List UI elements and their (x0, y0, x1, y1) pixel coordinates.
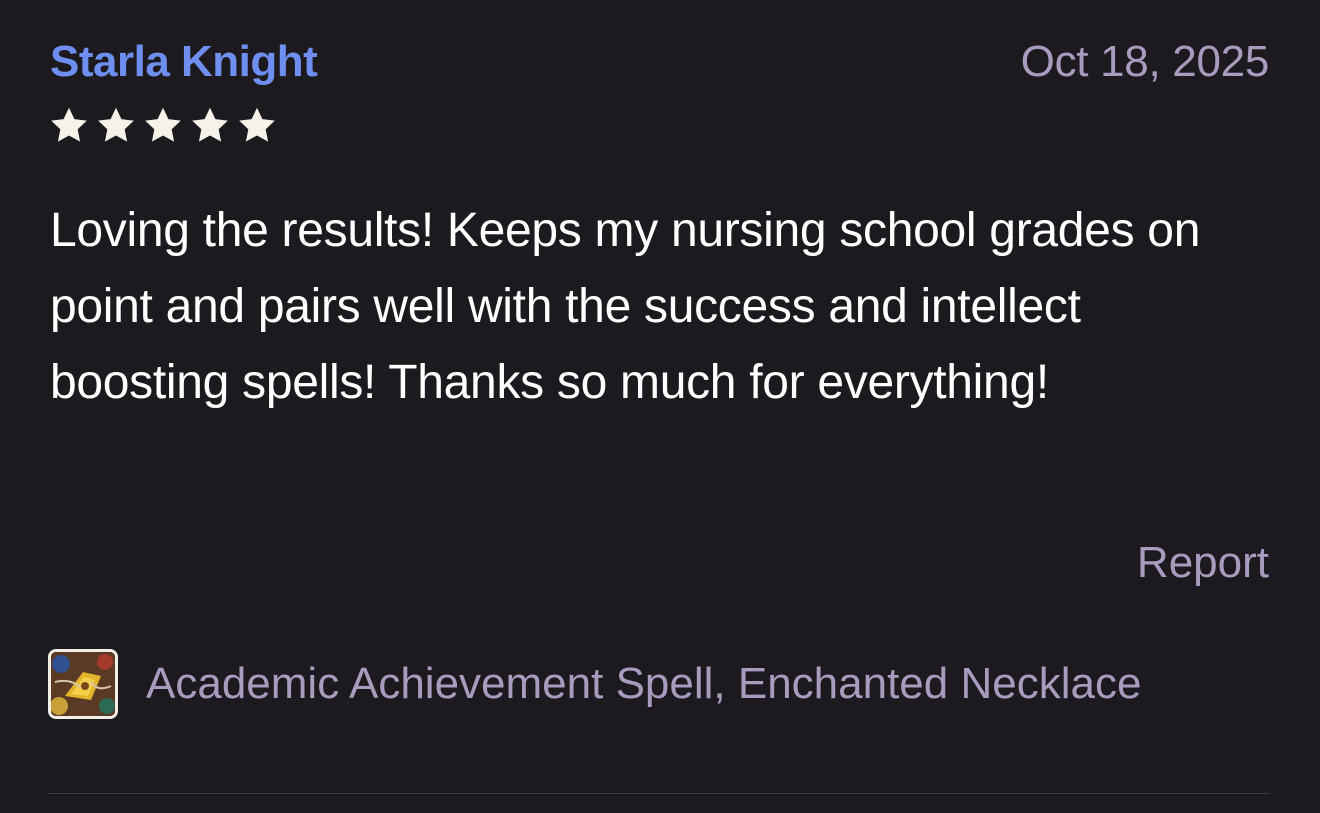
reviewed-product-link[interactable]: Academic Achievement Spell, Enchanted Ne… (48, 646, 1270, 722)
review-date: Oct 18, 2025 (1020, 37, 1270, 86)
star-icon (189, 105, 231, 147)
review-card: Starla Knight Oct 18, 2025 Loving the re… (0, 0, 1320, 813)
report-link[interactable]: Report (1137, 535, 1269, 591)
star-icon (95, 105, 137, 147)
star-icon (48, 105, 90, 147)
product-thumbnail-image[interactable] (48, 649, 118, 719)
star-icon (236, 105, 278, 147)
product-title[interactable]: Academic Achievement Spell, Enchanted Ne… (146, 656, 1141, 712)
star-icon (142, 105, 184, 147)
star-rating (48, 105, 278, 147)
divider (48, 793, 1270, 794)
review-text: Loving the results! Keeps my nursing sch… (50, 204, 1201, 409)
reviewer-name[interactable]: Starla Knight (50, 36, 318, 88)
